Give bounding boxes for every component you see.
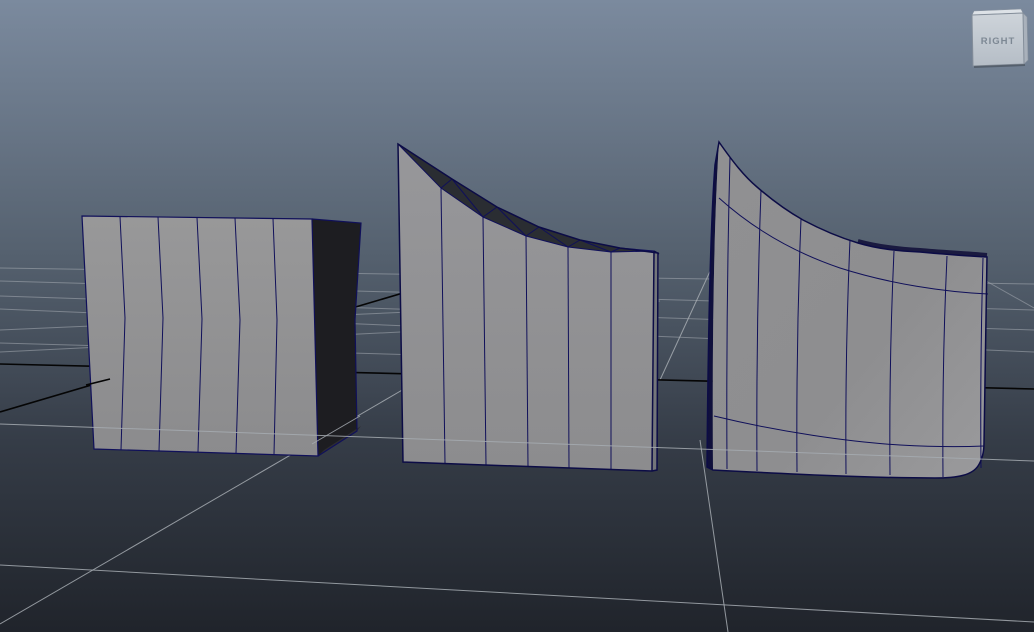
view-cube-label: RIGHT [981,36,1016,47]
cube-front-face [82,216,318,456]
maya-3d-viewport[interactable]: RIGHT [0,0,1034,632]
view-cube[interactable]: RIGHT [971,8,1029,68]
cube-side-face [312,219,361,456]
viewport-canvas[interactable]: RIGHT [0,0,1034,632]
mesh-cube[interactable] [81,215,362,457]
